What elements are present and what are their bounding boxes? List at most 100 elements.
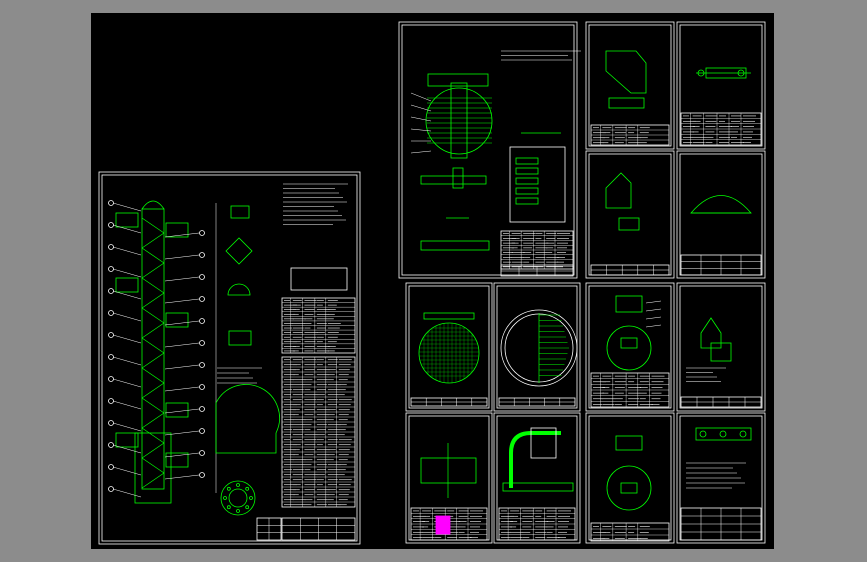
leader-line [112, 400, 142, 410]
nozzle-mark [620, 482, 638, 494]
nozzle-box [115, 212, 139, 228]
tray-line [141, 262, 165, 279]
bolt-hole [223, 496, 227, 500]
leader-line [645, 308, 662, 312]
tray-line [141, 322, 165, 339]
tray-support [420, 240, 490, 251]
sheet-detail-b1 [585, 150, 675, 279]
section-view-rib [515, 167, 539, 175]
bracket-plate [618, 217, 640, 231]
leader-line [112, 466, 142, 476]
detail-table [590, 124, 670, 146]
balloon-label [199, 340, 205, 346]
balloon-label [108, 310, 114, 316]
leader-line [164, 474, 200, 480]
balloon-label [108, 376, 114, 382]
leader-line [164, 452, 200, 458]
balloon-label [108, 332, 114, 338]
tray-section-post [452, 167, 464, 189]
note-text [501, 50, 581, 61]
sheet-detail-a2 [676, 21, 766, 150]
sheet-border [405, 282, 493, 412]
balloon-label [108, 486, 114, 492]
leader-line [112, 356, 142, 366]
leader-line [164, 232, 200, 238]
leader-line [410, 92, 432, 102]
bolt-hole [249, 496, 253, 500]
detail-view [228, 330, 252, 346]
tower-elevation [108, 200, 217, 504]
balloon-label [108, 244, 114, 250]
note-text [686, 462, 746, 489]
title-block [680, 254, 762, 276]
balloon-label [108, 288, 114, 294]
bent-plate-side [608, 97, 645, 109]
sheet-border [493, 282, 581, 412]
nozzle-flange [615, 295, 643, 313]
tray-line [141, 397, 165, 414]
balloon-label [108, 442, 114, 448]
title-block [680, 396, 762, 408]
detail-view-section [215, 384, 280, 454]
nozzle-flange [615, 435, 643, 451]
cad-viewport[interactable] [91, 13, 774, 549]
assembly-details [215, 205, 280, 516]
detail-table [590, 522, 670, 542]
tray-line [141, 367, 165, 384]
bolt-hole [226, 486, 231, 491]
balloon-label [199, 384, 205, 390]
bracket-shape [605, 172, 632, 209]
nozzle-table [281, 297, 356, 354]
note-text [217, 367, 262, 384]
detail-table [590, 372, 670, 408]
nozzle-box [165, 312, 189, 328]
tray-line [141, 232, 165, 249]
sheet-elbow-pipe [493, 412, 581, 544]
leader-line [112, 246, 142, 256]
elbow-base [502, 482, 574, 492]
detail-view [230, 205, 250, 219]
sheet-tray-layout [398, 21, 578, 279]
tray-line [141, 217, 165, 234]
tray-line [141, 457, 165, 474]
bolt-hole [226, 505, 231, 510]
note-text [283, 183, 348, 225]
title-block [680, 507, 762, 541]
sheet-border [585, 282, 675, 412]
leader-line [164, 386, 200, 392]
sheet-border [398, 21, 578, 279]
balloon-label [199, 472, 205, 478]
tray-line [141, 292, 165, 309]
tower-head [141, 200, 165, 210]
balloon-label [199, 296, 205, 302]
leader-line [112, 312, 142, 322]
tray-plan-center-beam [450, 82, 468, 159]
tray-plan [410, 50, 581, 251]
balloon-label [108, 354, 114, 360]
highlight-cell [435, 515, 451, 535]
title-block [590, 264, 670, 276]
leader-line [112, 224, 142, 234]
elbow-table [498, 507, 576, 541]
title-block [281, 517, 356, 541]
detail-view [225, 237, 253, 265]
spec-box [290, 267, 348, 291]
balloon-label [108, 200, 114, 206]
sheet-border [585, 412, 675, 544]
sheet-inner-border [588, 415, 672, 541]
leader-line [410, 150, 432, 154]
rod-nut [699, 430, 707, 438]
tray-line [141, 337, 165, 354]
nozzle-box [165, 452, 189, 468]
title-block [500, 265, 574, 277]
leader-line [112, 268, 142, 278]
detail-view-flange-inner [228, 488, 248, 508]
balloon-label [108, 266, 114, 272]
leader-line [112, 422, 142, 432]
leader-line [645, 300, 662, 304]
sheet-assembly [98, 171, 361, 545]
tray-plan-top-rect [427, 73, 489, 87]
sheet-inner-border [408, 285, 490, 409]
tray-line [141, 382, 165, 399]
nozzle-mark [620, 337, 638, 349]
